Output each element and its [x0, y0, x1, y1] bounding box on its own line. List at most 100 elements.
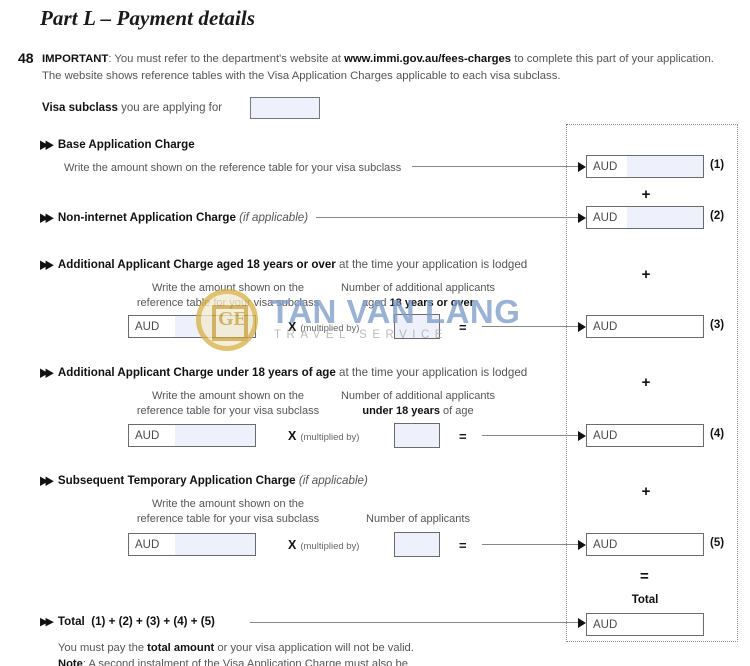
base-amount-note: Write the amount shown on the reference …	[64, 162, 402, 174]
section-adult-title: Additional Applicant Charge aged 18 year…	[57, 258, 336, 271]
operator-equals-subsequent: =	[459, 538, 467, 553]
arrow-head-3	[578, 322, 586, 332]
subsequent-amount-input[interactable]: AUD	[128, 533, 256, 556]
adult-amount-input[interactable]: AUD	[128, 315, 256, 338]
double-chevron-icon: ▶▶	[40, 616, 54, 628]
summary-ref-2: (2)	[710, 210, 725, 222]
important-line1-b: to complete this part of your applicatio…	[511, 53, 714, 65]
connector-line-4	[482, 435, 580, 437]
section-base-title: Base Application Charge	[57, 138, 195, 151]
summary-value-1	[627, 156, 703, 177]
child-amount-input[interactable]: AUD	[128, 424, 256, 447]
total-payment-note: You must pay the total amount or your vi…	[58, 642, 414, 654]
arrow-head-2	[578, 213, 586, 223]
double-chevron-icon: ▶▶	[40, 138, 54, 152]
summary-ref-1: (1)	[710, 159, 725, 171]
second-instalment-note: Note: A second instalment of the Visa Ap…	[58, 658, 408, 666]
visa-subclass-label: Visa subclass you are applying for	[42, 102, 222, 114]
summary-ref-5: (5)	[710, 537, 725, 549]
fees-charges-url: www.immi.gov.au/fees-charges	[344, 53, 512, 65]
section-child-title: Additional Applicant Charge under 18 yea…	[57, 366, 336, 379]
section-additional-adult: ▶▶ Additional Applicant Charge aged 18 ye…	[40, 258, 528, 272]
question-number: 48	[18, 50, 34, 66]
double-chevron-icon: ▶▶	[40, 474, 54, 488]
operator-multiply-child: X (multiplied by)	[288, 429, 360, 443]
child-amount-value	[175, 425, 255, 446]
currency-code-1: AUD	[587, 156, 627, 177]
child-count-input[interactable]	[394, 423, 440, 448]
important-line1-a: : You must refer to the department's web…	[108, 53, 345, 65]
arrow-head-total	[578, 618, 586, 628]
currency-code-5: AUD	[593, 538, 618, 551]
child-amount-note: Write the amount shown on the reference …	[136, 390, 320, 417]
total-formula: (1) + (2) + (3) + (4) + (5)	[91, 615, 215, 628]
summary-amount-4[interactable]: AUD	[586, 424, 704, 447]
currency-code-total: AUD	[593, 618, 618, 631]
arrow-head-4	[578, 431, 586, 441]
summary-amount-total[interactable]: AUD	[586, 613, 704, 636]
summary-ref-3: (3)	[710, 319, 725, 331]
subsequent-count-input[interactable]	[394, 532, 440, 557]
section-child-subtitle: at the time your application is lodged	[335, 366, 528, 379]
connector-line-3	[482, 326, 580, 328]
summary-amount-3[interactable]: AUD	[586, 315, 704, 338]
subsequent-amount-note: Write the amount shown on the reference …	[136, 498, 320, 525]
operator-multiply-adult: X (multiplied by)	[288, 320, 360, 334]
currency-code-child: AUD	[129, 425, 175, 446]
operator-equals-total: =	[640, 568, 649, 585]
child-count-note: Number of additional applicants under 18…	[340, 390, 496, 417]
section-base-application-charge: ▶▶ Base Application Charge	[40, 138, 195, 152]
arrow-head-1	[578, 162, 586, 172]
arrow-head-5	[578, 540, 586, 550]
total-label: Total	[57, 615, 85, 628]
section-additional-child: ▶▶ Additional Applicant Charge under 18 y…	[40, 366, 528, 380]
double-chevron-icon: ▶▶	[40, 366, 54, 380]
summary-amount-2[interactable]: AUD	[586, 206, 704, 229]
important-label: IMPORTANT	[42, 53, 109, 65]
summary-amount-5[interactable]: AUD	[586, 533, 704, 556]
visa-subclass-input[interactable]	[250, 97, 320, 119]
adult-amount-note: Write the amount shown on the reference …	[136, 282, 320, 309]
section-adult-subtitle: at the time your application is lodged	[335, 258, 528, 271]
operator-equals-adult: =	[459, 320, 467, 335]
operator-plus-3: +	[641, 374, 651, 391]
important-notice: IMPORTANT: You must refer to the departm…	[42, 51, 742, 84]
summary-value-2	[627, 207, 703, 228]
section-non-internet-qualifier: (if applicable)	[239, 211, 309, 224]
double-chevron-icon: ▶▶	[40, 258, 54, 272]
currency-code-4: AUD	[593, 429, 618, 442]
connector-line-1	[412, 166, 580, 168]
section-subsequent-temporary: ▶▶ Subsequent Temporary Application Charg…	[40, 474, 368, 488]
form-page: Part L – Payment details 48 IMPORTANT: Y…	[0, 0, 750, 666]
double-chevron-icon: ▶▶	[40, 211, 54, 225]
section-subsequent-title: Subsequent Temporary Application Charge	[57, 474, 296, 487]
connector-line-total	[250, 622, 580, 624]
total-label-right: Total	[631, 594, 659, 606]
currency-code-subsequent: AUD	[129, 534, 175, 555]
currency-code-3: AUD	[593, 320, 618, 333]
connector-line-2	[316, 217, 580, 219]
visa-subclass-label-rest: you are applying for	[117, 102, 223, 114]
currency-code-2: AUD	[587, 207, 627, 228]
currency-code-adult: AUD	[129, 316, 175, 337]
total-row-label: ▶▶ Total (1) + (2) + (3) + (4) + (5)	[40, 615, 215, 628]
important-line2: The website shows reference tables with …	[42, 69, 561, 82]
operator-plus-4: +	[641, 483, 651, 500]
section-non-internet-charge: ▶▶ Non-internet Application Charge (if ap…	[40, 211, 309, 225]
subsequent-amount-value	[175, 534, 255, 555]
adult-count-input[interactable]	[394, 314, 440, 339]
connector-line-5	[482, 544, 580, 546]
summary-ref-4: (4)	[710, 428, 725, 440]
operator-equals-child: =	[459, 429, 467, 444]
subsequent-count-note: Number of applicants	[366, 513, 470, 525]
adult-count-note: Number of additional applicants aged 18 …	[340, 282, 496, 309]
page-title: Part L – Payment details	[40, 6, 256, 30]
section-non-internet-title: Non-internet Application Charge	[57, 211, 236, 224]
summary-amount-1[interactable]: AUD	[586, 155, 704, 178]
operator-multiply-subsequent: X (multiplied by)	[288, 538, 360, 552]
section-subsequent-qualifier: (if applicable)	[298, 474, 368, 487]
operator-plus-2: +	[641, 266, 651, 283]
adult-amount-value	[175, 316, 255, 337]
visa-subclass-label-bold: Visa subclass	[42, 102, 118, 114]
operator-plus-1: +	[641, 186, 651, 203]
